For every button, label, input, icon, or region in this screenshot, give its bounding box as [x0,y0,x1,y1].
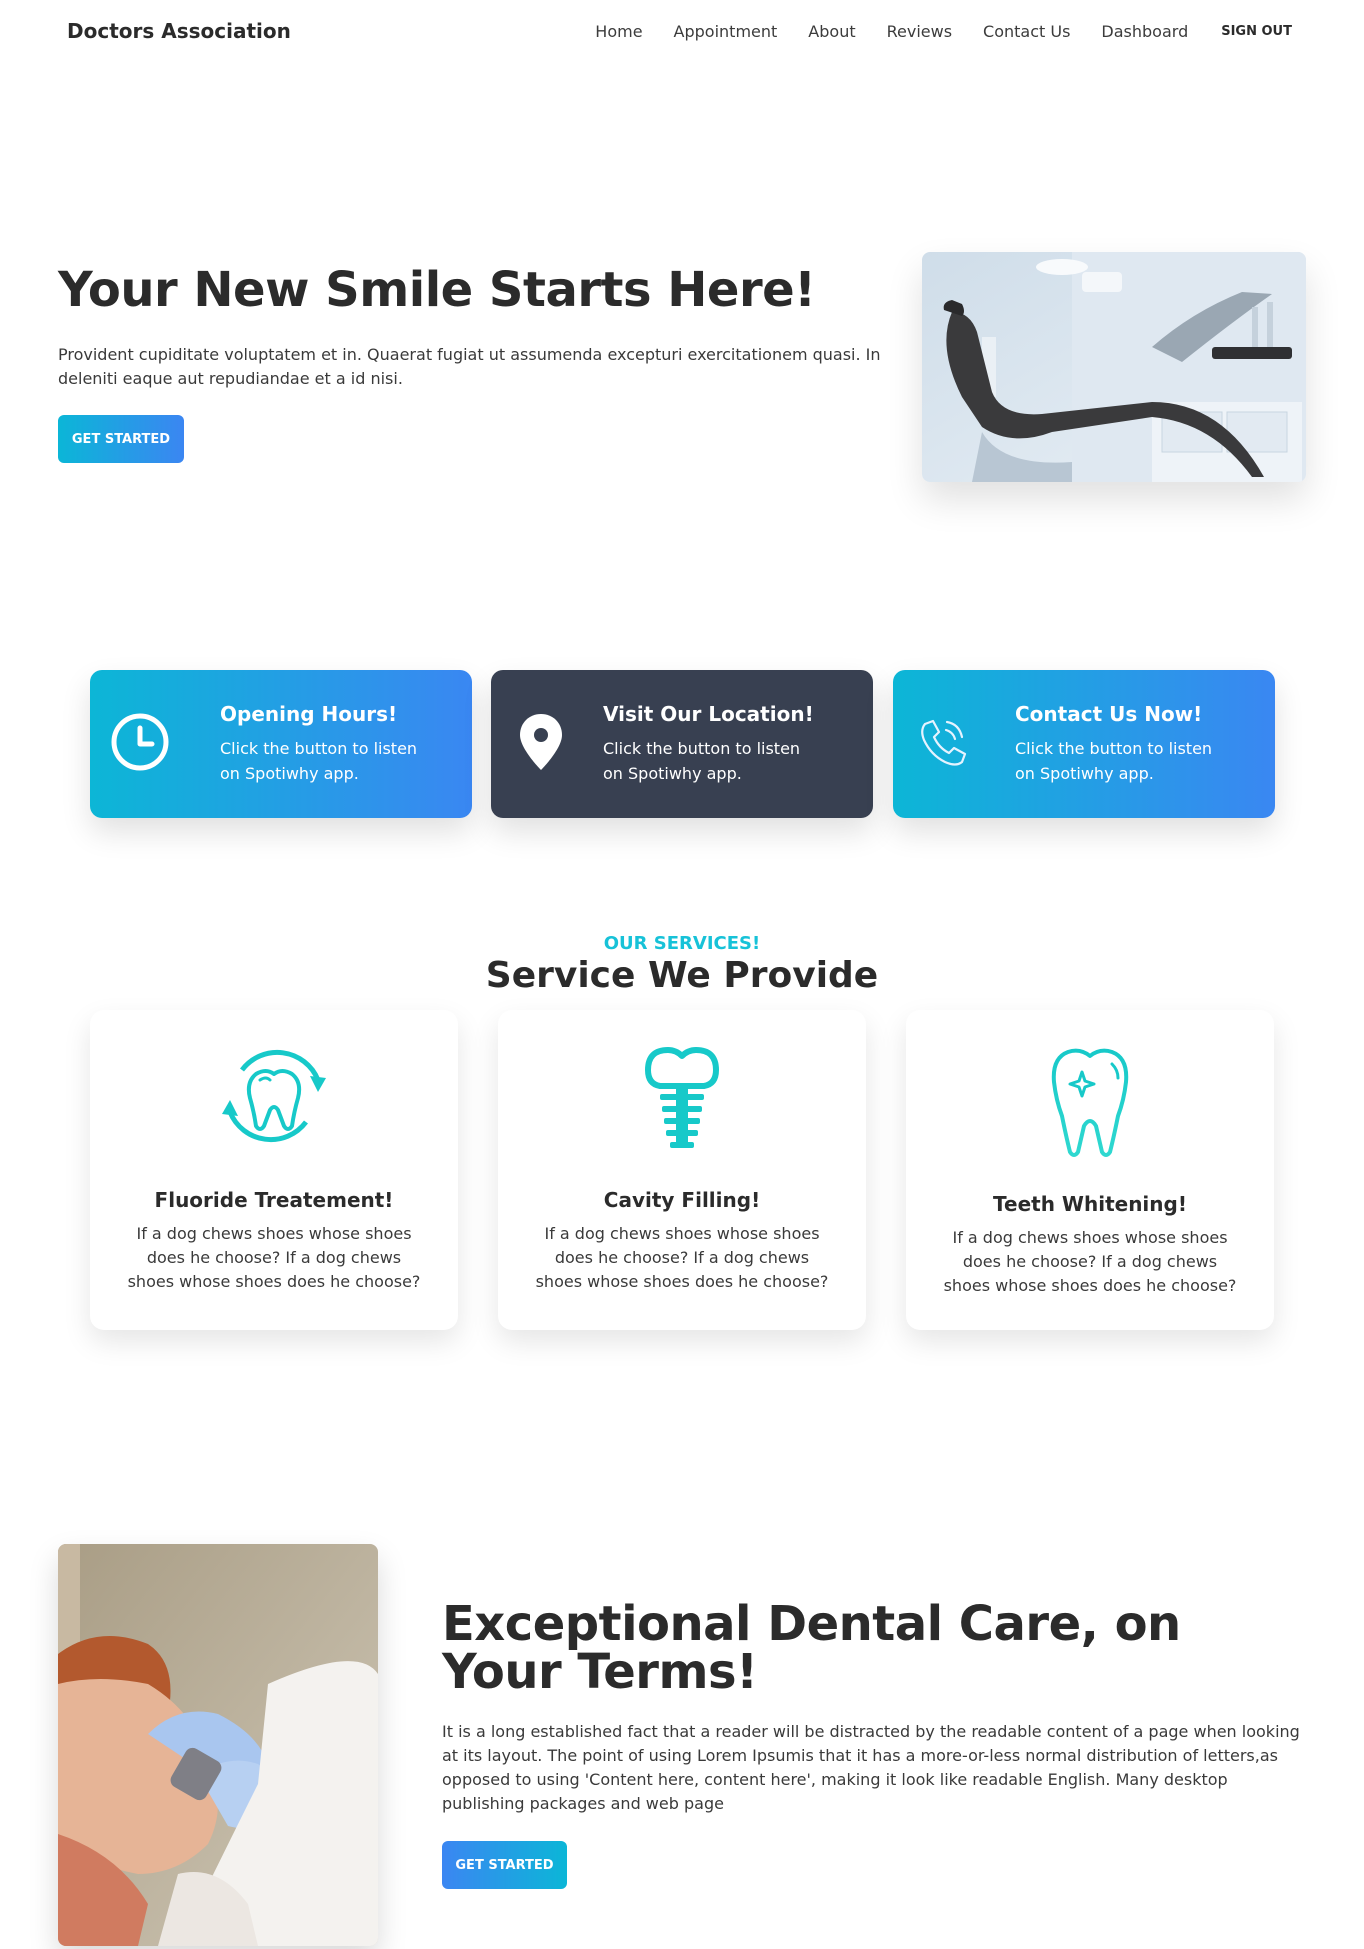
service-title: Teeth Whitening! [993,1192,1187,1216]
nav-link-reviews[interactable]: Reviews [887,22,952,41]
clock-icon [108,710,172,774]
info-card-text: Click the button to listen on Spotiwhy a… [603,739,801,783]
services-kicker: OUR SERVICES! [603,933,761,954]
info-card-title: Contact Us Now! [1015,702,1203,726]
location-pin-icon [509,710,573,774]
service-text: If a dog chews shoes whose shoes does he… [943,1228,1237,1295]
dental-chair-image [922,252,1306,482]
service-title: Cavity Filling! [603,1188,761,1212]
service-card-cavity[interactable]: Cavity Filling! If a dog chews shoes who… [498,1010,866,1330]
service-card-whitening[interactable]: Teeth Whitening! If a dog chews shoes wh… [906,1010,1274,1330]
service-text: If a dog chews shoes whose shoes does he… [127,1224,421,1291]
nav-link-dashboard[interactable]: Dashboard [1101,22,1188,41]
info-card-title: Opening Hours! [220,702,398,726]
contact-us-card[interactable]: Contact Us Now! Click the button to list… [893,670,1275,818]
nav-links: Home Appointment About Reviews Contact U… [595,22,1292,41]
tooth-rotate-icon [214,1036,334,1156]
nav-link-appointment[interactable]: Appointment [674,22,778,41]
sign-out-button[interactable]: SIGN OUT [1221,24,1292,39]
hero-title: Your New Smile Starts Here! [58,262,816,318]
navbar: Doctors Association Home Appointment Abo… [0,0,1364,64]
hero-text: Provident cupiditate voluptatem et in. Q… [58,345,881,388]
sparkle-tooth-icon [1030,1036,1150,1157]
care-text: It is a long established fact that a rea… [442,1722,1300,1813]
services-heading: Service We Provide [485,955,879,996]
nav-link-home[interactable]: Home [595,22,642,41]
opening-hours-card[interactable]: Opening Hours! Click the button to liste… [90,670,472,818]
info-card-text: Click the button to listen on Spotiwhy a… [220,739,418,783]
hero-get-started-button[interactable]: GET STARTED [58,415,184,463]
nav-link-contact-us[interactable]: Contact Us [983,22,1070,41]
info-card-text: Click the button to listen on Spotiwhy a… [1015,739,1213,783]
nav-link-about[interactable]: About [808,22,855,41]
dental-implant-icon [622,1036,742,1156]
service-card-fluoride[interactable]: Fluoride Treatement! If a dog chews shoe… [90,1010,458,1330]
care-title: Exceptional Dental Care, on Your Terms! [442,1596,1181,1700]
info-card-title: Visit Our Location! [603,702,814,726]
service-text: If a dog chews shoes whose shoes does he… [535,1224,829,1291]
child-dental-exam-image [58,1544,378,1946]
phone-icon [911,710,975,774]
brand-logo[interactable]: Doctors Association [67,19,291,43]
care-get-started-button[interactable]: GET STARTED [442,1841,567,1889]
service-title: Fluoride Treatement! [154,1188,394,1212]
visit-location-card[interactable]: Visit Our Location! Click the button to … [491,670,873,818]
